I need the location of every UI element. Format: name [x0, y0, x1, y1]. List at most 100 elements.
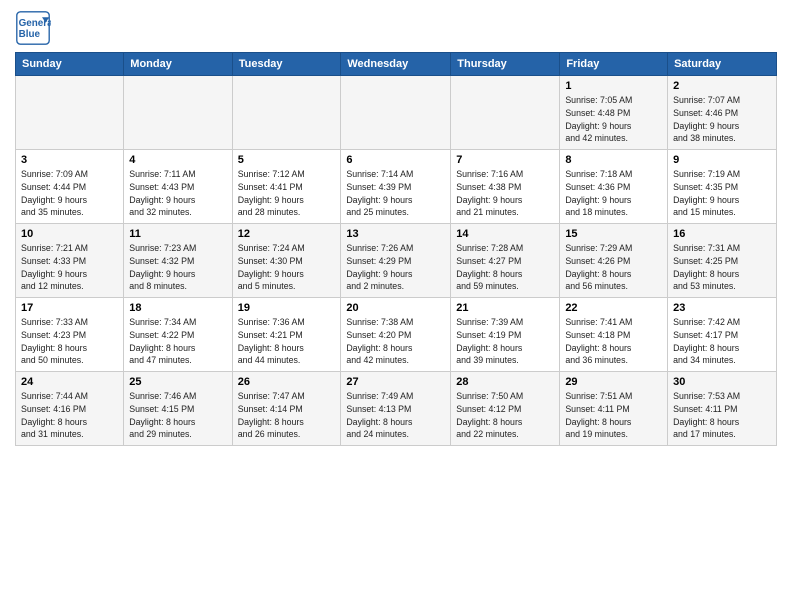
calendar-cell: 14Sunrise: 7:28 AM Sunset: 4:27 PM Dayli… — [451, 224, 560, 298]
calendar-week-4: 17Sunrise: 7:33 AM Sunset: 4:23 PM Dayli… — [16, 298, 777, 372]
day-info: Sunrise: 7:19 AM Sunset: 4:35 PM Dayligh… — [673, 168, 771, 219]
calendar-cell: 26 Sunrise: 7:47 AM Sunset: 4:14 PM Dayli… — [232, 372, 341, 446]
day-info: Sunrise: 7:21 AM Sunset: 4:33 PM Dayligh… — [21, 242, 118, 293]
column-header-sunday: Sunday — [16, 53, 124, 76]
day-info: Sunrise: 7:09 AM Sunset: 4:44 PM Dayligh… — [21, 168, 118, 219]
day-info: Sunrise: 7:51 AM Sunset: 4:11 PM Dayligh… — [565, 390, 662, 441]
logo-icon: General Blue — [15, 10, 51, 46]
day-number: 3 — [21, 154, 118, 166]
calendar-cell: 12Sunrise: 7:24 AM Sunset: 4:30 PM Dayli… — [232, 224, 341, 298]
day-number: 26 — [238, 376, 336, 388]
day-info: Sunrise: 7:42 AM Sunset: 4:17 PM Dayligh… — [673, 316, 771, 367]
day-info: Sunrise: 7:38 AM Sunset: 4:20 PM Dayligh… — [346, 316, 445, 367]
day-info: Sunrise: 7:47 AM Sunset: 4:14 PM Dayligh… — [238, 390, 336, 441]
day-info: Sunrise: 7:34 AM Sunset: 4:22 PM Dayligh… — [129, 316, 226, 367]
column-header-wednesday: Wednesday — [341, 53, 451, 76]
calendar-cell: 2 Sunrise: 7:07 AM Sunset: 4:46 PM Daylig… — [668, 76, 777, 150]
day-info: Sunrise: 7:41 AM Sunset: 4:18 PM Dayligh… — [565, 316, 662, 367]
column-header-friday: Friday — [560, 53, 668, 76]
day-info: Sunrise: 7:05 AM Sunset: 4:48 PM Dayligh… — [565, 94, 662, 145]
day-number: 1 — [565, 80, 662, 92]
day-number: 27 — [346, 376, 445, 388]
day-number: 30 — [673, 376, 771, 388]
calendar-cell: 3 Sunrise: 7:09 AM Sunset: 4:44 PM Daylig… — [16, 150, 124, 224]
calendar-week-5: 24 Sunrise: 7:44 AM Sunset: 4:16 PM Dayli… — [16, 372, 777, 446]
day-number: 4 — [129, 154, 226, 166]
calendar-cell: 10 Sunrise: 7:21 AM Sunset: 4:33 PM Dayli… — [16, 224, 124, 298]
calendar-cell — [341, 76, 451, 150]
calendar-cell: 15 Sunrise: 7:29 AM Sunset: 4:26 PM Dayli… — [560, 224, 668, 298]
day-info: Sunrise: 7:49 AM Sunset: 4:13 PM Dayligh… — [346, 390, 445, 441]
column-header-monday: Monday — [124, 53, 232, 76]
calendar-header-row: SundayMondayTuesdayWednesdayThursdayFrid… — [16, 53, 777, 76]
calendar-week-3: 10 Sunrise: 7:21 AM Sunset: 4:33 PM Dayli… — [16, 224, 777, 298]
calendar-cell: 19 Sunrise: 7:36 AM Sunset: 4:21 PM Dayli… — [232, 298, 341, 372]
calendar-cell: 9Sunrise: 7:19 AM Sunset: 4:35 PM Daylig… — [668, 150, 777, 224]
calendar-cell: 17Sunrise: 7:33 AM Sunset: 4:23 PM Dayli… — [16, 298, 124, 372]
day-info: Sunrise: 7:28 AM Sunset: 4:27 PM Dayligh… — [456, 242, 554, 293]
calendar-cell: 21 Sunrise: 7:39 AM Sunset: 4:19 PM Dayli… — [451, 298, 560, 372]
calendar-cell: 22 Sunrise: 7:41 AM Sunset: 4:18 PM Dayli… — [560, 298, 668, 372]
day-info: Sunrise: 7:39 AM Sunset: 4:19 PM Dayligh… — [456, 316, 554, 367]
day-number: 2 — [673, 80, 771, 92]
logo: General Blue — [15, 10, 51, 46]
day-info: Sunrise: 7:16 AM Sunset: 4:38 PM Dayligh… — [456, 168, 554, 219]
calendar-cell: 27 Sunrise: 7:49 AM Sunset: 4:13 PM Dayli… — [341, 372, 451, 446]
calendar-cell: 18 Sunrise: 7:34 AM Sunset: 4:22 PM Dayli… — [124, 298, 232, 372]
calendar-cell: 25 Sunrise: 7:46 AM Sunset: 4:15 PM Dayli… — [124, 372, 232, 446]
column-header-tuesday: Tuesday — [232, 53, 341, 76]
day-number: 18 — [129, 302, 226, 314]
calendar-cell: 4 Sunrise: 7:11 AM Sunset: 4:43 PM Daylig… — [124, 150, 232, 224]
day-info: Sunrise: 7:36 AM Sunset: 4:21 PM Dayligh… — [238, 316, 336, 367]
day-number: 20 — [346, 302, 445, 314]
day-number: 16 — [673, 228, 771, 240]
day-number: 25 — [129, 376, 226, 388]
day-number: 21 — [456, 302, 554, 314]
day-number: 22 — [565, 302, 662, 314]
svg-text:Blue: Blue — [19, 29, 41, 40]
calendar-cell: 28 Sunrise: 7:50 AM Sunset: 4:12 PM Dayli… — [451, 372, 560, 446]
calendar-cell: 1 Sunrise: 7:05 AM Sunset: 4:48 PM Daylig… — [560, 76, 668, 150]
day-number: 10 — [21, 228, 118, 240]
calendar-cell — [451, 76, 560, 150]
calendar-cell — [124, 76, 232, 150]
day-number: 6 — [346, 154, 445, 166]
day-info: Sunrise: 7:50 AM Sunset: 4:12 PM Dayligh… — [456, 390, 554, 441]
day-info: Sunrise: 7:18 AM Sunset: 4:36 PM Dayligh… — [565, 168, 662, 219]
day-number: 5 — [238, 154, 336, 166]
day-info: Sunrise: 7:33 AM Sunset: 4:23 PM Dayligh… — [21, 316, 118, 367]
day-number: 7 — [456, 154, 554, 166]
day-number: 29 — [565, 376, 662, 388]
page-header: General Blue — [15, 10, 777, 46]
day-info: Sunrise: 7:29 AM Sunset: 4:26 PM Dayligh… — [565, 242, 662, 293]
day-info: Sunrise: 7:14 AM Sunset: 4:39 PM Dayligh… — [346, 168, 445, 219]
day-number: 13 — [346, 228, 445, 240]
calendar-cell: 8 Sunrise: 7:18 AM Sunset: 4:36 PM Daylig… — [560, 150, 668, 224]
day-number: 19 — [238, 302, 336, 314]
day-number: 8 — [565, 154, 662, 166]
calendar-cell: 23 Sunrise: 7:42 AM Sunset: 4:17 PM Dayli… — [668, 298, 777, 372]
day-info: Sunrise: 7:31 AM Sunset: 4:25 PM Dayligh… — [673, 242, 771, 293]
day-info: Sunrise: 7:11 AM Sunset: 4:43 PM Dayligh… — [129, 168, 226, 219]
day-number: 15 — [565, 228, 662, 240]
day-info: Sunrise: 7:46 AM Sunset: 4:15 PM Dayligh… — [129, 390, 226, 441]
calendar-cell: 11 Sunrise: 7:23 AM Sunset: 4:32 PM Dayli… — [124, 224, 232, 298]
calendar-cell: 5Sunrise: 7:12 AM Sunset: 4:41 PM Daylig… — [232, 150, 341, 224]
calendar-table: SundayMondayTuesdayWednesdayThursdayFrid… — [15, 52, 777, 446]
day-info: Sunrise: 7:44 AM Sunset: 4:16 PM Dayligh… — [21, 390, 118, 441]
calendar-cell: 20 Sunrise: 7:38 AM Sunset: 4:20 PM Dayli… — [341, 298, 451, 372]
day-number: 23 — [673, 302, 771, 314]
calendar-cell: 16 Sunrise: 7:31 AM Sunset: 4:25 PM Dayli… — [668, 224, 777, 298]
column-header-thursday: Thursday — [451, 53, 560, 76]
calendar-cell: 24 Sunrise: 7:44 AM Sunset: 4:16 PM Dayli… — [16, 372, 124, 446]
day-info: Sunrise: 7:07 AM Sunset: 4:46 PM Dayligh… — [673, 94, 771, 145]
column-header-saturday: Saturday — [668, 53, 777, 76]
calendar-cell: 30Sunrise: 7:53 AM Sunset: 4:11 PM Dayli… — [668, 372, 777, 446]
calendar-cell: 13Sunrise: 7:26 AM Sunset: 4:29 PM Dayli… — [341, 224, 451, 298]
day-number: 11 — [129, 228, 226, 240]
calendar-week-2: 3 Sunrise: 7:09 AM Sunset: 4:44 PM Daylig… — [16, 150, 777, 224]
calendar-cell: 6 Sunrise: 7:14 AM Sunset: 4:39 PM Daylig… — [341, 150, 451, 224]
day-info: Sunrise: 7:23 AM Sunset: 4:32 PM Dayligh… — [129, 242, 226, 293]
day-number: 24 — [21, 376, 118, 388]
day-number: 28 — [456, 376, 554, 388]
